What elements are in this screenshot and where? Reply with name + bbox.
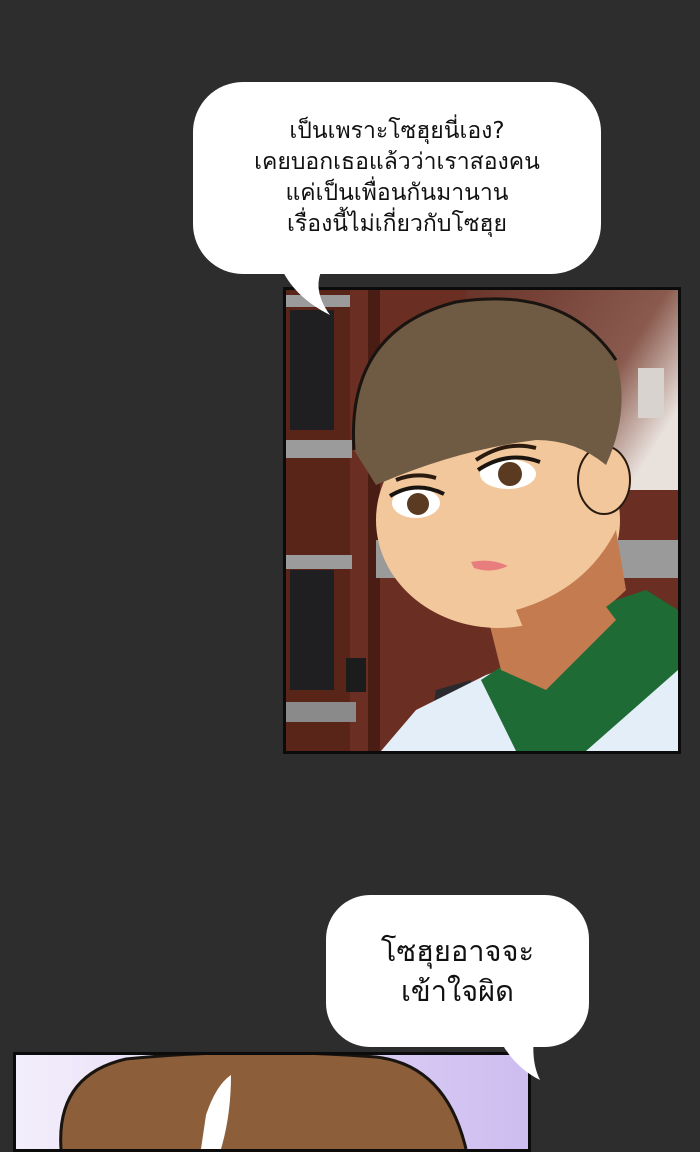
dialogue-line: เข้าใจผิด: [401, 974, 514, 1008]
comic-panel-girl: [13, 1052, 531, 1152]
boy-illustration: [286, 290, 678, 751]
girl-illustration: [16, 1055, 528, 1149]
dialogue-line: แค่เป็นเพื่อนกันมานาน: [285, 180, 509, 206]
dialogue-line: เป็นเพราะโซฮุยนี่เอง?: [289, 118, 505, 144]
dialogue-line: เคยบอกเธอแล้วว่าเราสองคน: [254, 149, 540, 175]
dialogue-line: โซฮุยอาจจะ: [380, 934, 535, 968]
speech-bubble-2: โซฮุยอาจจะ เข้าใจผิด: [326, 895, 589, 1047]
speech-bubble-1: เป็นเพราะโซฮุยนี่เอง? เคยบอกเธอแล้วว่าเร…: [193, 82, 601, 274]
comic-panel-boy: [283, 287, 681, 754]
dialogue-line: เรื่องนี้ไม่เกี่ยวกับโซฮุย: [287, 211, 507, 237]
